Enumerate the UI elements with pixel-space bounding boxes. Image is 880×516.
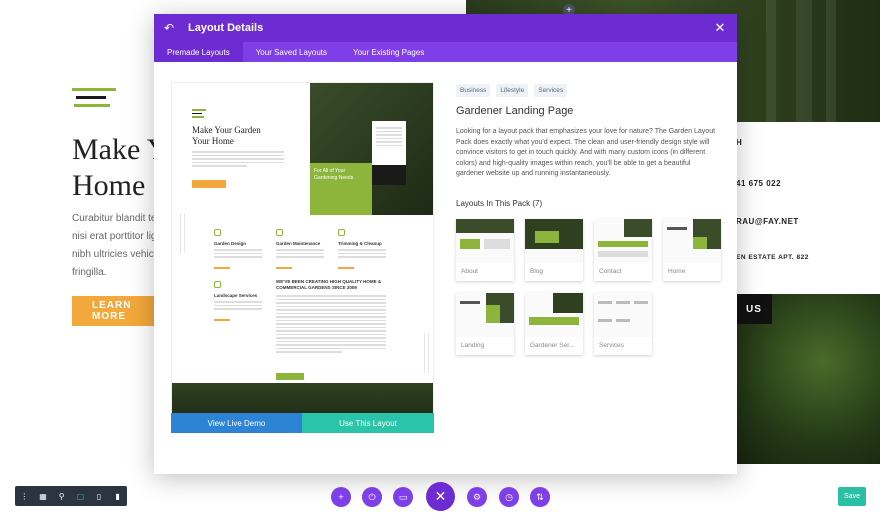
back-arrow-icon[interactable]: ↶ — [164, 21, 180, 35]
tab-premade-layouts[interactable]: Premade Layouts — [154, 42, 243, 62]
layout-thumb-landing[interactable]: Landing — [456, 293, 514, 355]
layout-thumb-label: Contact — [599, 268, 622, 275]
preview-section-heading: WE'VE BEEN CREATING HIGH QUALITY HOME & … — [276, 279, 382, 290]
layout-thumb-home[interactable]: Home — [663, 219, 721, 281]
close-icon[interactable]: ✕ — [713, 20, 727, 36]
history-icon[interactable]: ◷ — [499, 487, 519, 507]
contact-us-button[interactable]: US — [736, 294, 772, 324]
trash-icon[interactable]: ▭ — [393, 487, 413, 507]
tag[interactable]: Lifestyle — [496, 84, 529, 97]
view-mode-toolbar: ⋮ ▦ ⚲ ▢ ▯ ▮ — [15, 486, 127, 506]
preview-plant-icon — [214, 281, 221, 288]
layout-thumb-contact[interactable]: Contact — [594, 219, 652, 281]
layout-thumb-label: About — [461, 268, 478, 275]
preview-service: Garden Design — [214, 241, 247, 246]
preview-leaf-icon — [214, 229, 221, 236]
logo — [72, 88, 116, 112]
layout-thumb-label: Landing — [461, 342, 485, 349]
preview-service: Garden Maintenance — [276, 241, 321, 246]
modal-header: ↶ Layout Details ✕ — [154, 14, 737, 42]
preview-contact-card — [372, 121, 406, 165]
preview-service: Landscape Services — [214, 293, 258, 298]
power-icon[interactable]: ⏻ — [362, 487, 382, 507]
layout-thumb-services[interactable]: Services — [594, 293, 652, 355]
layout-title: Gardener Landing Page — [456, 105, 574, 117]
tag[interactable]: Business — [456, 84, 491, 97]
tablet-icon[interactable]: ▯ — [90, 486, 109, 506]
preview-button — [192, 180, 226, 188]
tag-list: Business Lifestyle Services — [456, 84, 568, 97]
layout-thumb-label: Blog — [530, 268, 544, 275]
contact-line: RAU@FAY.NET — [736, 217, 799, 226]
layout-description: Looking for a layout pack that emphasize… — [456, 128, 716, 177]
layout-thumb-gardener-services[interactable]: Gardener Ser... — [525, 293, 583, 355]
modal-tabs: Premade Layouts Your Saved Layouts Your … — [154, 42, 737, 62]
modal-title: Layout Details — [188, 22, 264, 34]
pack-title: Layouts In This Pack (7) — [456, 199, 543, 208]
use-this-layout-button[interactable]: Use This Layout — [302, 413, 434, 433]
contact-line: 41 675 022 — [736, 179, 782, 188]
preview-shears-icon — [276, 229, 283, 236]
save-button[interactable]: Save — [838, 487, 866, 506]
preview-flower-icon — [338, 229, 345, 236]
layout-thumb-label: Home — [668, 268, 686, 275]
preview-contact-button — [372, 165, 406, 185]
layout-thumb-blog[interactable]: Blog — [525, 219, 583, 281]
hero-body: Curabitur blandit te nisi erat porttitor… — [72, 213, 160, 278]
layout-thumb-label: Services — [599, 342, 624, 349]
learn-more-button[interactable]: LEARN MORE — [72, 296, 156, 326]
wireframe-icon[interactable]: ▦ — [34, 486, 53, 506]
contact-line: EN ESTATE APT. 822 — [736, 254, 809, 261]
tab-existing-pages[interactable]: Your Existing Pages — [340, 42, 437, 62]
preview-service: Trimming & Cleanup — [338, 241, 382, 246]
sort-icon[interactable]: ⇅ — [530, 487, 550, 507]
layout-details-modal: ↶ Layout Details ✕ Premade Layouts Your … — [154, 14, 737, 474]
preview-green-text: For All of Your Gardening Needs — [314, 168, 354, 181]
view-live-demo-button[interactable]: View Live Demo — [171, 413, 302, 433]
preview-text-lines — [192, 151, 284, 169]
phone-icon[interactable]: ▮ — [108, 486, 127, 506]
layout-thumb-label: Gardener Ser... — [530, 342, 575, 349]
add-icon[interactable]: + — [331, 487, 351, 507]
preview-about-button — [276, 373, 304, 380]
preview-heading: Make Your Garden Your Home — [192, 125, 261, 146]
desktop-icon[interactable]: ▢ — [71, 486, 90, 506]
layout-preview[interactable]: For All of Your Gardening Needs Make You… — [171, 82, 434, 433]
close-icon[interactable]: ✕ — [426, 482, 455, 511]
tag[interactable]: Services — [534, 84, 568, 97]
preview-logo — [192, 109, 206, 120]
layout-thumb-about[interactable]: About — [456, 219, 514, 281]
zoom-icon[interactable]: ⚲ — [52, 486, 71, 506]
settings-icon[interactable]: ⚙ — [467, 487, 487, 507]
tab-saved-layouts[interactable]: Your Saved Layouts — [243, 42, 340, 62]
menu-dots-icon[interactable]: ⋮ — [15, 486, 34, 506]
